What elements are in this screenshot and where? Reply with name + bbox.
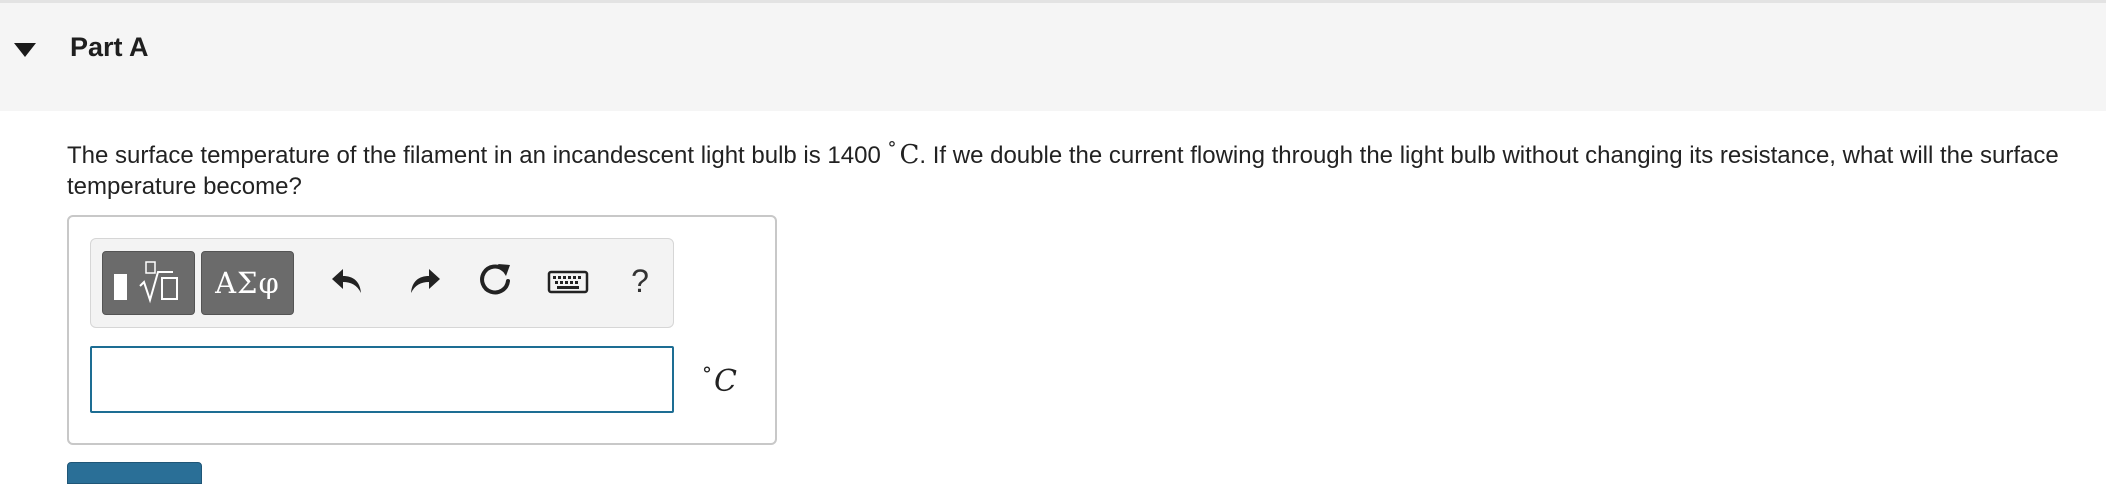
symbols-button[interactable]: ΑΣφ	[201, 251, 294, 315]
celsius-symbol: C	[899, 140, 920, 170]
math-toolbar: ΑΣφ ?	[90, 238, 674, 328]
part-title: Part A	[70, 32, 149, 62]
answer-box: ΑΣφ ? °C	[67, 215, 777, 445]
collapse-triangle-icon[interactable]	[10, 39, 40, 61]
undo-icon[interactable]	[327, 259, 371, 303]
question-text: The surface temperature of the filament …	[67, 133, 2077, 202]
answer-input[interactable]	[90, 346, 674, 413]
answer-unit-celsius: C	[714, 364, 737, 399]
submit-button[interactable]	[67, 462, 202, 484]
answer-unit: °C	[702, 362, 737, 399]
temperature-unit: ° C	[887, 138, 920, 170]
templates-sqrt-icon	[114, 261, 178, 304]
answer-unit-degree: °	[702, 362, 712, 386]
keyboard-icon[interactable]	[546, 259, 590, 303]
templates-button[interactable]	[102, 251, 195, 315]
help-button[interactable]: ?	[618, 259, 662, 303]
degree-symbol: °	[887, 138, 897, 159]
part-header[interactable]: Part A	[0, 3, 2106, 111]
redo-icon[interactable]	[401, 259, 445, 303]
question-text-before: The surface temperature of the filament …	[67, 142, 881, 169]
reset-icon[interactable]	[473, 259, 517, 303]
symbols-label: ΑΣφ	[215, 266, 280, 300]
